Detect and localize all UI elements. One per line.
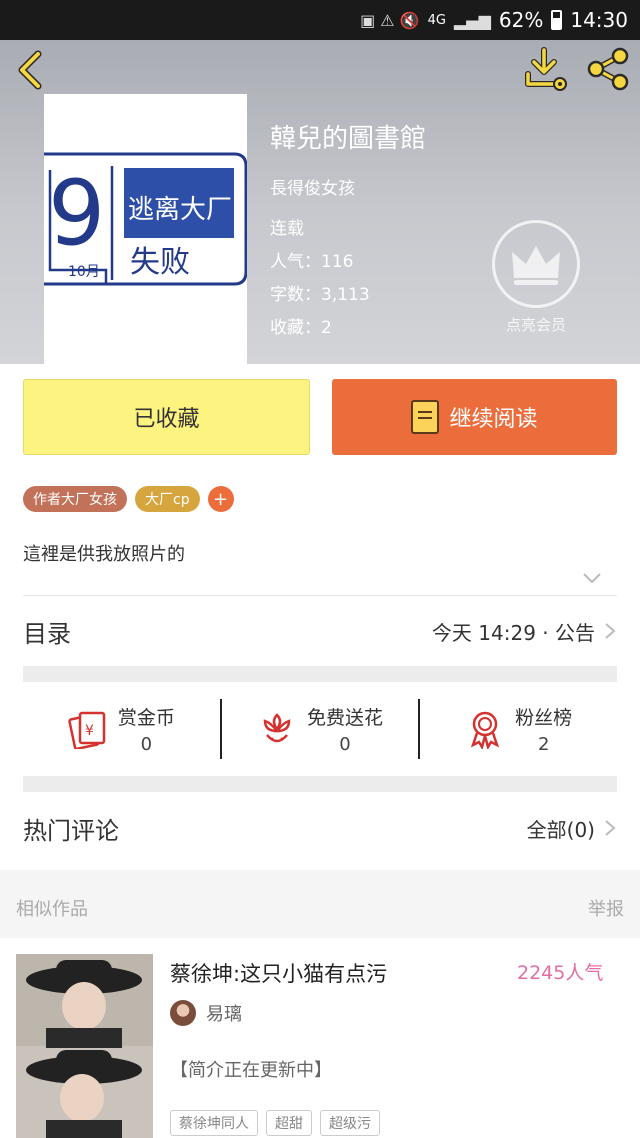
- stat-value: 2: [537, 734, 550, 755]
- vip-badge[interactable]: 点亮会员: [490, 220, 582, 350]
- status-bar: ▣ ⚠ 🔇 4G ▂▄▆ 62% 14:30: [0, 0, 640, 40]
- cover-line1: 逃离大厂: [128, 195, 232, 225]
- crown-icon: [492, 220, 580, 308]
- book-word-count: 字数：3,113: [270, 285, 370, 305]
- similar-work-popularity: 2245人气: [517, 962, 604, 984]
- network-indicator: 4G: [427, 12, 446, 28]
- stat-flower[interactable]: 免费送花 0: [222, 682, 419, 776]
- similar-work-tags: 蔡徐坤同人 超甜 超级污: [170, 1110, 380, 1136]
- similar-work-cover: [16, 954, 153, 1138]
- similar-works-title: 相似作品: [16, 899, 88, 920]
- catalog-title: 目录: [23, 619, 71, 648]
- stat-reward[interactable]: ¥ 赏金币 0: [23, 682, 220, 776]
- book-intro: 這裡是供我放照片的: [23, 544, 185, 565]
- catalog-latest: 今天 14:29 · 公告: [431, 620, 595, 645]
- cover-art: 9 10月 逃离大厂 失败: [44, 94, 247, 364]
- stat-fans[interactable]: 粉丝榜 2: [420, 682, 617, 776]
- author-name: 易璃: [206, 1004, 242, 1025]
- book-author[interactable]: 長得俊女孩: [270, 174, 355, 199]
- similar-work-item[interactable]: 蔡徐坤:这只小猫有点污 2245人气 易璃 【简介正在更新中】 蔡徐坤同人 超甜…: [0, 938, 640, 1138]
- hot-comments-title: 热门评论: [23, 816, 119, 845]
- book-icon: [411, 400, 440, 434]
- chevron-left-icon: [18, 50, 42, 90]
- share-icon: [587, 47, 629, 91]
- clock: 14:30: [570, 8, 628, 32]
- book-detail-card: 已收藏 继续阅读 作者大厂女孩 大厂cp + 這裡是供我放照片的 目录 今天 1…: [0, 364, 640, 870]
- avatar: [170, 1000, 196, 1026]
- stat-label: 赏金币: [117, 707, 175, 729]
- medal-icon: [471, 711, 500, 749]
- signal-icon: ▂▄▆: [453, 10, 491, 30]
- section-separator: [23, 776, 617, 792]
- report-link[interactable]: 举报: [588, 895, 624, 921]
- cover-month: 10月: [68, 264, 100, 280]
- battery-percent: 62%: [498, 8, 544, 32]
- similar-tag[interactable]: 超甜: [266, 1110, 312, 1136]
- chevron-right-icon: [605, 623, 616, 639]
- similar-works-header: 相似作品 举报: [0, 880, 640, 936]
- book-status: 连载: [270, 219, 304, 239]
- battery-icon: [551, 10, 563, 30]
- book-cover[interactable]: 9 10月 逃离大厂 失败: [44, 94, 247, 364]
- book-title: 韓兒的圖書館: [270, 124, 427, 154]
- vip-label: 点亮会员: [505, 316, 566, 334]
- svg-text:¥: ¥: [85, 723, 94, 739]
- stats-row: ¥ 赏金币 0 免费送花 0 粉丝榜 2: [23, 682, 617, 776]
- cover-line2: 失败: [130, 245, 190, 280]
- tag-cp[interactable]: 大厂cp: [135, 486, 200, 512]
- favorited-button[interactable]: 已收藏: [23, 379, 310, 455]
- red-envelope-icon: ¥: [68, 711, 106, 749]
- book-popularity: 人气：116: [270, 252, 354, 272]
- similar-tag[interactable]: 超级污: [320, 1110, 380, 1136]
- stat-value: 0: [339, 734, 351, 755]
- continue-reading-button[interactable]: 继续阅读: [332, 379, 617, 455]
- tag-list: 作者大厂女孩 大厂cp +: [23, 486, 234, 512]
- back-button[interactable]: [10, 48, 50, 92]
- book-favorites: 收藏：2: [270, 318, 332, 338]
- notification-icons: ▣ ⚠ 🔇: [360, 10, 420, 30]
- flower-icon: [263, 713, 291, 743]
- all-comments-link: 全部(0): [526, 817, 595, 842]
- stat-value: 0: [140, 734, 153, 755]
- hot-comments-row[interactable]: 热门评论 全部(0): [23, 792, 617, 864]
- expand-intro-button[interactable]: [580, 568, 604, 588]
- similar-tag[interactable]: 蔡徐坤同人: [170, 1110, 258, 1136]
- cover-number: 9: [48, 161, 105, 266]
- continue-reading-label: 继续阅读: [449, 407, 538, 432]
- section-separator: [23, 666, 617, 682]
- stat-label: 免费送花: [307, 707, 384, 729]
- catalog-row[interactable]: 目录 今天 14:29 · 公告: [23, 596, 617, 666]
- chevron-right-icon: [605, 820, 616, 836]
- similar-work-author: 易璃: [170, 1000, 242, 1026]
- similar-work-title: 蔡徐坤:这只小猫有点污: [170, 962, 388, 986]
- download-button[interactable]: [522, 46, 570, 92]
- download-icon: [525, 47, 567, 91]
- book-header: 9 10月 逃离大厂 失败 韓兒的圖書館 長得俊女孩 连载 人气：116 字数：…: [0, 40, 640, 364]
- stat-label: 粉丝榜: [515, 707, 573, 729]
- tag-author[interactable]: 作者大厂女孩: [23, 486, 127, 512]
- share-button[interactable]: [584, 46, 632, 92]
- similar-work-intro: 【简介正在更新中】: [170, 1060, 332, 1081]
- chevron-down-icon: [583, 573, 601, 584]
- add-tag-button[interactable]: +: [207, 486, 234, 512]
